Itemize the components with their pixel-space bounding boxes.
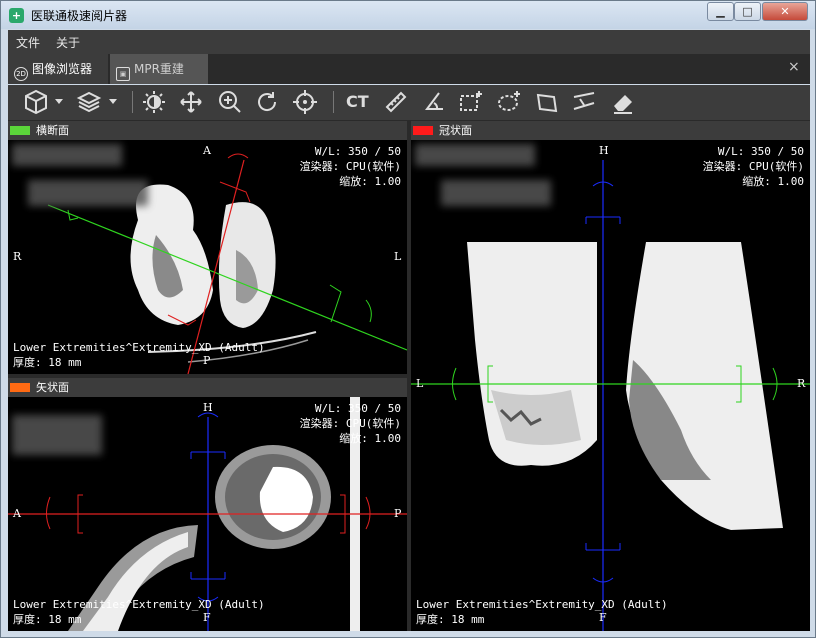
wl-value: W/L: 350 / 50 <box>717 145 804 158</box>
menu-bar: 文件 关于 <box>8 30 810 54</box>
protocol: Lower Extremities^Extremity_XD (Adult) <box>416 598 668 611</box>
menu-file[interactable]: 文件 <box>16 34 40 51</box>
crosshair-icon[interactable] <box>292 89 318 115</box>
sagittal-color-swatch <box>10 383 30 392</box>
coronal-orient-left: L <box>416 377 424 390</box>
renderer: 渲染器: CPU(软件) <box>702 160 804 173</box>
close-button[interactable]: ✕ <box>762 2 808 21</box>
zoom-icon[interactable] <box>217 89 243 115</box>
sagittal-bottom-info: Lower Extremities^Extremity_XD (Adult) 厚度… <box>13 597 265 627</box>
axial-orient-top: A <box>203 144 211 157</box>
zoom-value: 缩放: 1.00 <box>339 175 401 188</box>
thickness: 厚度: 18 mm <box>13 613 82 626</box>
menu-about[interactable]: 关于 <box>56 34 80 51</box>
axial-header: 横断面 <box>8 121 407 140</box>
layout-cube-icon[interactable] <box>22 89 66 115</box>
roi-polygon-icon[interactable] <box>534 89 560 115</box>
ct-preset-button[interactable]: CT <box>346 92 369 111</box>
sagittal-orient-top: H <box>203 401 213 414</box>
zoom-value: 缩放: 1.00 <box>742 175 804 188</box>
coronal-info: W/L: 350 / 50 渲染器: CPU(软件) 缩放: 1.00 <box>703 144 804 189</box>
axial-viewport[interactable]: A P R L W/L: 350 / 50 渲染器: CPU(软件) 缩放: 1.0… <box>8 140 407 374</box>
2d-icon: 2D <box>14 67 28 81</box>
tab-bar: 2D 图像浏览器 ▣ MPR重建 × <box>8 54 810 84</box>
sagittal-orient-right: P <box>394 507 402 520</box>
tab-label: 图像浏览器 <box>32 62 93 76</box>
series-icon[interactable] <box>76 89 120 115</box>
pan-icon[interactable] <box>178 89 204 115</box>
sagittal-info: W/L: 350 / 50 渲染器: CPU(软件) 缩放: 1.00 <box>300 401 401 446</box>
app-window: + 医联通极速阅片器 ▁ □ ✕ 文件 关于 2D 图像浏览器 ▣ MPR重建 × … <box>0 0 816 638</box>
coronal-orient-right: R <box>797 377 806 390</box>
eraser-icon[interactable] <box>610 89 636 115</box>
coronal-image <box>411 160 810 631</box>
coronal-color-swatch <box>413 126 433 135</box>
sagittal-viewport[interactable]: H F A P W/L: 350 / 50 渲染器: CPU(软件) 缩放: 1.0… <box>8 397 407 631</box>
angle-icon[interactable] <box>421 89 447 115</box>
tab-image-browser[interactable]: 2D 图像浏览器 <box>8 54 108 84</box>
viewport-area: 横断面 A P R L W/L: 350 / 50 渲染器: CPU(软件) 缩放:… <box>8 120 810 631</box>
contrast-icon[interactable] <box>141 89 167 115</box>
close-tab-icon[interactable]: × <box>788 59 800 75</box>
coronal-viewport[interactable]: H F L R W/L: 350 / 50 渲染器: CPU(软件) 缩放: 1.0… <box>411 140 810 631</box>
sagittal-title: 矢状面 <box>36 381 69 394</box>
sagittal-orient-left: A <box>13 507 21 520</box>
redacted-patient-info <box>415 144 535 166</box>
tab-mpr[interactable]: ▣ MPR重建 <box>110 54 208 84</box>
coronal-bottom-info: Lower Extremities^Extremity_XD (Adult) 厚度… <box>416 597 668 627</box>
ruler-icon[interactable] <box>383 89 409 115</box>
coronal-title: 冠状面 <box>439 124 472 137</box>
protocol: Lower Extremities^Extremity_XD (Adult) <box>13 341 265 354</box>
axial-title: 横断面 <box>36 124 69 137</box>
rotate-icon[interactable] <box>254 89 280 115</box>
toolbar: CT <box>8 85 810 120</box>
thickness: 厚度: 18 mm <box>13 356 82 369</box>
coronal-orient-top: H <box>599 144 609 157</box>
maximize-button[interactable]: □ <box>734 2 761 21</box>
zoom-value: 缩放: 1.00 <box>339 432 401 445</box>
renderer: 渲染器: CPU(软件) <box>299 160 401 173</box>
roi-rect-icon[interactable] <box>458 89 484 115</box>
roi-ellipse-icon[interactable] <box>496 89 522 115</box>
coronal-header: 冠状面 <box>411 121 810 140</box>
minimize-button[interactable]: ▁ <box>707 2 734 21</box>
wl-value: W/L: 350 / 50 <box>314 145 401 158</box>
axial-bottom-info: Lower Extremities^Extremity_XD (Adult) 厚度… <box>13 340 265 370</box>
sagittal-header: 矢状面 <box>8 378 407 397</box>
axial-orient-left: R <box>13 250 22 263</box>
protocol: Lower Extremities^Extremity_XD (Adult) <box>13 598 265 611</box>
redacted-patient-info <box>28 180 148 206</box>
title-bar[interactable]: + 医联通极速阅片器 ▁ □ ✕ <box>1 1 815 29</box>
thickness: 厚度: 18 mm <box>416 613 485 626</box>
app-icon: + <box>9 8 24 23</box>
window-title: 医联通极速阅片器 <box>31 9 128 23</box>
redacted-patient-info <box>12 144 122 166</box>
renderer: 渲染器: CPU(软件) <box>299 417 401 430</box>
tab-label: MPR重建 <box>134 62 184 76</box>
axial-orient-right: L <box>394 250 402 263</box>
redacted-patient-info <box>441 180 551 206</box>
roi-cobb-icon[interactable] <box>572 89 598 115</box>
axial-color-swatch <box>10 126 30 135</box>
cube-icon: ▣ <box>116 67 130 81</box>
redacted-patient-info <box>12 415 102 455</box>
axial-info: W/L: 350 / 50 渲染器: CPU(软件) 缩放: 1.00 <box>300 144 401 189</box>
wl-value: W/L: 350 / 50 <box>314 402 401 415</box>
